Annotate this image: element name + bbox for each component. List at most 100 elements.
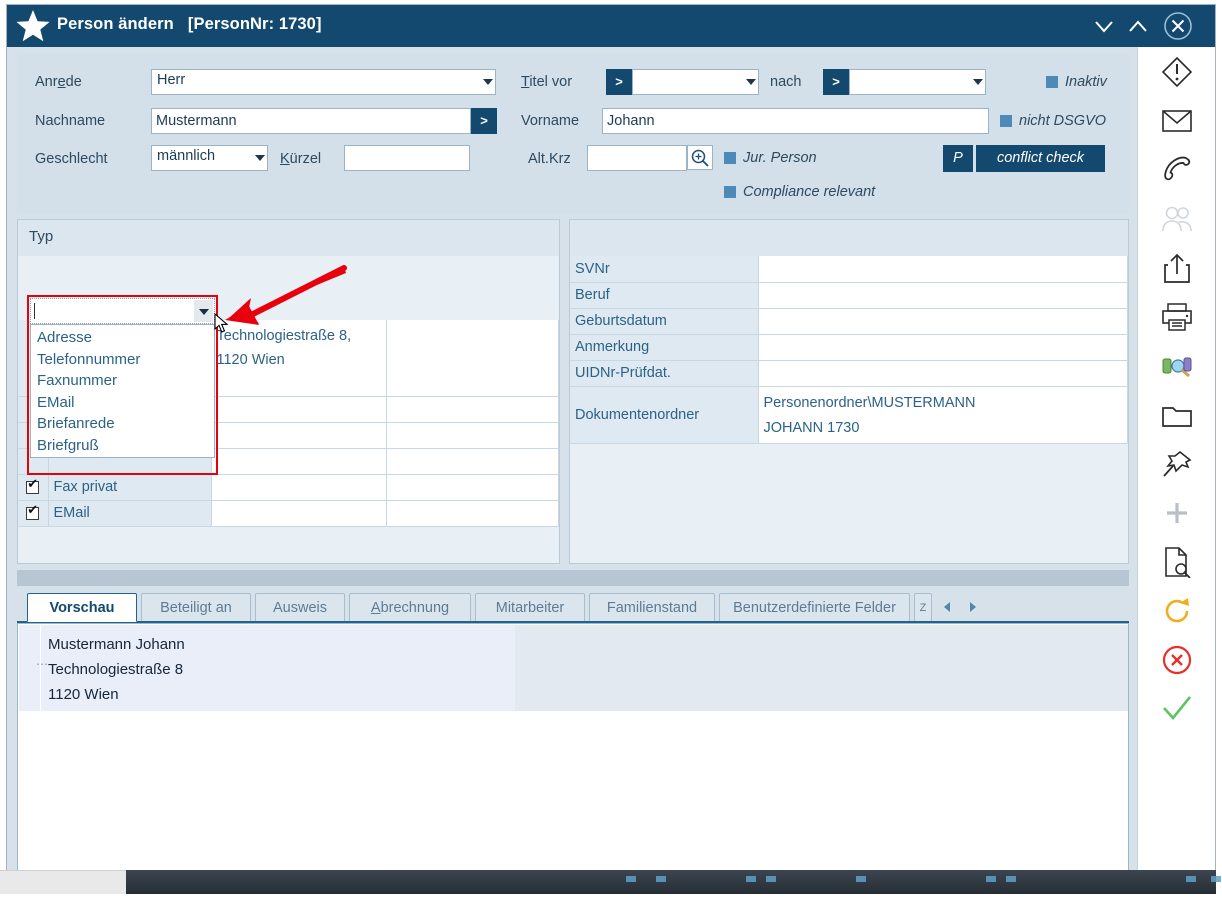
nachname-lookup-button[interactable]: > — [471, 108, 497, 134]
folder-icon[interactable] — [1138, 390, 1216, 439]
table-row[interactable]: EMail — [18, 500, 559, 527]
row-checkbox-cell[interactable] — [18, 500, 49, 527]
magnifier-plus-icon[interactable] — [687, 145, 713, 170]
tabs-scroll-right-button[interactable] — [962, 596, 982, 618]
row-label: EMail — [48, 500, 212, 527]
row-checkbox[interactable] — [26, 477, 40, 494]
nach-label: nach — [770, 74, 802, 90]
nachname-value: Mustermann — [156, 113, 237, 129]
splitter-bar[interactable] — [17, 570, 1129, 586]
titel-vor-lookup-button[interactable]: > — [606, 69, 632, 95]
printer-icon[interactable] — [1138, 292, 1216, 341]
minimize-button[interactable] — [1089, 11, 1119, 41]
share-export-icon[interactable] — [1138, 243, 1216, 292]
table-row: Anmerkung — [570, 334, 1128, 361]
tab-mitarbeiter[interactable]: Mitarbeiter — [475, 593, 585, 622]
phone-icon[interactable] — [1138, 145, 1216, 194]
dropdown-option-adresse[interactable]: Adresse — [31, 327, 214, 349]
tab-ausweis[interactable]: Ausweis — [255, 593, 345, 622]
chevron-down-icon[interactable] — [741, 70, 758, 94]
svnr-label: SVNr — [570, 256, 759, 283]
annotation-arrow-icon — [207, 262, 347, 337]
geburtsdatum-label: Geburtsdatum — [570, 308, 759, 335]
nach-lookup-button[interactable]: > — [823, 69, 849, 95]
main-content: Anrede Herr Titel vor > nach > Inaktiv N… — [7, 47, 1139, 884]
vorname-input[interactable]: Johann — [602, 108, 989, 134]
vorschau-panel: ⋯ Mustermann Johann Technologiestraße 8 … — [17, 623, 1129, 884]
preview-text: Mustermann Johann Technologiestraße 8 11… — [48, 632, 185, 707]
warning-diamond-icon[interactable] — [1138, 47, 1216, 96]
row-checkbox[interactable] — [26, 503, 40, 520]
tabs-scroll-left-button[interactable] — [938, 596, 958, 618]
uidnr-pruefdat-value[interactable] — [758, 360, 1128, 387]
jur-person-label: Jur. Person — [743, 150, 817, 166]
money-search-icon[interactable] — [1138, 341, 1216, 390]
compliance-relevant-checkbox[interactable] — [724, 186, 736, 198]
person-details-table: SVNr Beruf Geburtsdatum Anmerkung UIDNr-… — [570, 256, 1128, 444]
vorname-value: Johann — [607, 113, 655, 129]
confirm-check-icon[interactable] — [1138, 684, 1216, 733]
text-cursor — [34, 303, 35, 319]
nicht-dsgvo-checkbox[interactable] — [1000, 115, 1012, 127]
tab-familienstand[interactable]: Familienstand — [589, 593, 715, 622]
dokumentenordner-label: Dokumentenordner — [570, 386, 759, 444]
typ-dropdown-list: Adresse Telefonnummer Faxnummer EMail Br… — [30, 324, 215, 458]
conflict-check-button[interactable]: conflict check — [976, 145, 1105, 172]
vorname-label: Vorname — [521, 113, 580, 129]
kuerzel-input[interactable] — [344, 145, 470, 171]
chevron-down-icon[interactable] — [250, 146, 267, 170]
anmerkung-value[interactable] — [758, 334, 1128, 361]
cancel-icon[interactable] — [1138, 635, 1216, 684]
taskbar[interactable] — [126, 870, 1221, 894]
tab-abrechnung[interactable]: Abrechnung — [349, 593, 471, 622]
beruf-value[interactable] — [758, 282, 1128, 309]
nicht-dsgvo-label: nicht DSGVO — [1019, 113, 1107, 129]
table-row[interactable]: Fax privat — [18, 474, 559, 501]
nach-combo[interactable] — [849, 69, 986, 95]
svnr-value[interactable] — [758, 256, 1128, 283]
dropdown-option-telefonnummer[interactable]: Telefonnummer — [31, 349, 214, 371]
anrede-combo[interactable]: Herr — [151, 69, 496, 95]
tree-expander-icon[interactable]: ⋯ — [36, 657, 48, 671]
envelope-icon[interactable] — [1138, 96, 1216, 145]
titel-vor-combo[interactable] — [632, 69, 759, 95]
pin-icon[interactable] — [1138, 439, 1216, 488]
table-row: UIDNr-Prüfdat. — [570, 360, 1128, 387]
tab-beteiligt-an[interactable]: Beteiligt an — [141, 593, 251, 622]
table-row: Geburtsdatum — [570, 308, 1128, 335]
chevron-down-icon[interactable] — [478, 70, 495, 94]
person-details-grid: SVNr Beruf Geburtsdatum Anmerkung UIDNr-… — [569, 219, 1129, 564]
contacts-icon[interactable] — [1138, 194, 1216, 243]
close-button[interactable] — [1163, 11, 1193, 41]
plus-icon[interactable] — [1138, 488, 1216, 537]
geschlecht-value: männlich — [157, 148, 216, 164]
nachname-input[interactable]: Mustermann — [151, 108, 471, 134]
maximize-button[interactable] — [1123, 11, 1153, 41]
jur-person-checkbox[interactable] — [724, 152, 736, 164]
anrede-value: Herr — [157, 72, 186, 88]
dokumentenordner-value[interactable]: Personenordner\MUSTERMANN JOHANN 1730 — [758, 386, 1128, 444]
dropdown-option-faxnummer[interactable]: Faxnummer — [31, 370, 214, 392]
dropdown-option-briefgruss[interactable]: Briefgruß — [31, 435, 214, 457]
chevron-down-icon[interactable] — [968, 70, 985, 94]
typ-dropdown-input[interactable] — [30, 298, 215, 324]
person-form: Anrede Herr Titel vor > nach > Inaktiv N… — [17, 55, 1129, 213]
tab-benutzerdefinierte-felder[interactable]: Benutzerdefinierte Felder — [719, 593, 910, 622]
tabs-bar: Vorschau Beteiligt an Ausweis Abrechnung… — [17, 593, 1129, 623]
document-search-icon[interactable] — [1138, 537, 1216, 586]
refresh-icon[interactable] — [1138, 586, 1216, 635]
altkrz-input[interactable] — [587, 145, 687, 171]
p-button[interactable]: P — [943, 145, 973, 172]
taskbar-left-segment — [0, 870, 126, 894]
tab-overflow[interactable]: Z — [914, 593, 932, 622]
beruf-label: Beruf — [570, 282, 759, 309]
inaktiv-checkbox[interactable] — [1046, 76, 1058, 88]
tab-vorschau[interactable]: Vorschau — [27, 593, 137, 622]
row-checkbox-cell[interactable] — [18, 474, 49, 501]
dropdown-option-briefanrede[interactable]: Briefanrede — [31, 413, 214, 435]
geschlecht-combo[interactable]: männlich — [151, 145, 268, 171]
geburtsdatum-value[interactable] — [758, 308, 1128, 335]
dropdown-option-email[interactable]: EMail — [31, 392, 214, 414]
uidnr-pruefdat-label: UIDNr-Prüfdat. — [570, 360, 759, 387]
page-title: Person ändern [PersonNr: 1730] — [57, 15, 322, 34]
